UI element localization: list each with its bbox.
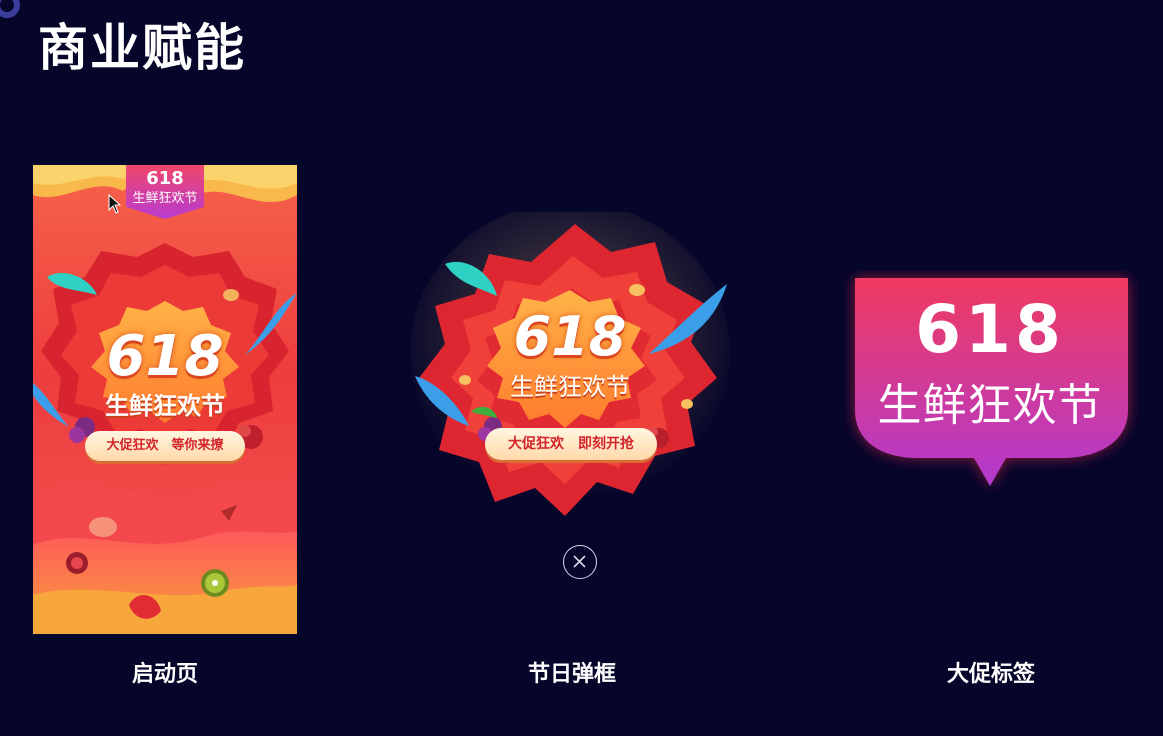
popup-slogan: 大促狂欢 即刻开抢 — [485, 428, 657, 460]
holiday-popup-caption: 节日弹框 — [527, 662, 616, 687]
launch-tag-text: 生鲜狂欢节 — [132, 191, 198, 206]
launch-tag: 618 生鲜狂欢节 — [126, 165, 204, 217]
promo-tag-preview: 618 生鲜狂欢节 — [840, 270, 1140, 500]
popup-hero-text: 生鲜狂欢节 — [510, 373, 630, 401]
launch-tag-number: 618 — [146, 168, 184, 189]
popup-hero-number: 618 — [513, 305, 627, 368]
slide: 商业赋能 618 生鲜狂欢节 618 生鲜狂欢节 大促狂欢 等你来撩 启动页 6… — [0, 0, 1163, 736]
launch-hero-number: 618 — [106, 324, 224, 389]
popup-close-button[interactable] — [563, 545, 597, 579]
launch-slogan: 大促狂欢 等你来撩 — [85, 431, 245, 461]
corner-ring-icon — [0, 0, 20, 18]
close-icon — [573, 555, 586, 568]
promo-tag-number: 618 — [915, 291, 1065, 368]
promo-tag-text: 生鲜狂欢节 — [877, 380, 1103, 431]
launch-page-preview: 618 生鲜狂欢节 618 生鲜狂欢节 大促狂欢 等你来撩 — [33, 165, 297, 634]
mouse-pointer-icon — [108, 194, 122, 214]
launch-hero-text: 生鲜狂欢节 — [105, 392, 225, 420]
holiday-popup-preview: 618 生鲜狂欢节 大促狂欢 即刻开抢 — [405, 212, 735, 532]
launch-page-caption: 启动页 — [131, 662, 198, 687]
page-title: 商业赋能 — [38, 19, 246, 77]
promo-tag-caption: 大促标签 — [946, 662, 1035, 687]
